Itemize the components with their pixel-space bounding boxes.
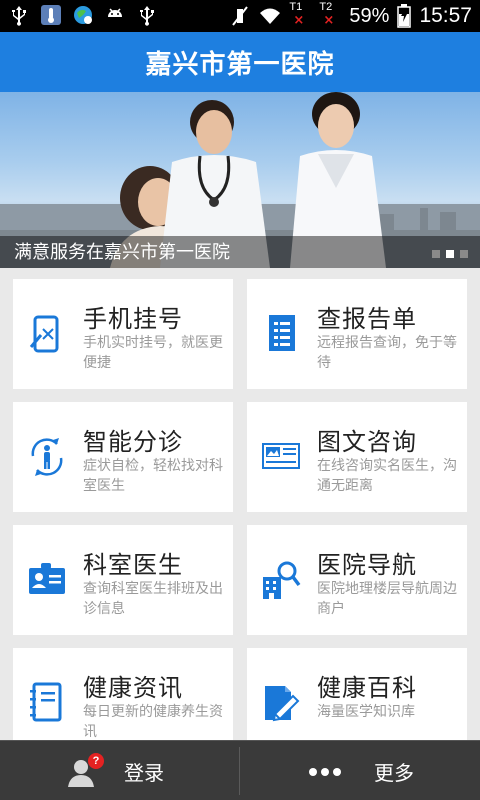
bottom-bar: ? 登录 更多 bbox=[0, 740, 480, 800]
carousel-dot bbox=[460, 250, 468, 258]
status-bar: T1 × T2 × 59% 15:57 bbox=[0, 0, 480, 32]
report-document-icon bbox=[269, 315, 295, 351]
sim2-no-signal-icon: T2 × bbox=[319, 1, 335, 28]
service-description: 每日更新的健康养生资讯 bbox=[83, 704, 223, 740]
banner-caption: 满意服务在嘉兴市第一医院 bbox=[14, 242, 230, 263]
more-label: 更多 bbox=[374, 761, 414, 785]
hospital-navigation-icon bbox=[263, 561, 301, 599]
image-text-consult-icon bbox=[262, 443, 300, 469]
smart-triage-icon bbox=[31, 438, 63, 476]
more-dots-icon bbox=[309, 768, 341, 776]
service-title: 健康资讯 bbox=[83, 674, 183, 702]
service-title: 科室医生 bbox=[83, 551, 183, 579]
browser-app-icon bbox=[74, 6, 92, 24]
battery-percent: 59% bbox=[349, 4, 390, 27]
wifi-icon bbox=[260, 8, 281, 24]
page-title: 嘉兴市第一医院 bbox=[145, 49, 335, 80]
login-button[interactable]: ? 登录 bbox=[0, 741, 240, 800]
carousel-indicator bbox=[432, 250, 468, 258]
service-title: 查报告单 bbox=[317, 305, 417, 333]
phone-register-icon bbox=[29, 315, 59, 353]
service-title: 医院导航 bbox=[317, 551, 417, 579]
usb-icon bbox=[140, 6, 154, 26]
service-description: 查询科室医生排班及出诊信息 bbox=[83, 581, 223, 617]
service-card-mobile-register[interactable]: 手机挂号 手机实时挂号，就医更便捷 bbox=[13, 279, 233, 389]
service-description: 在线咨询实名医生，沟通无距离 bbox=[317, 458, 457, 494]
sim1-no-signal-icon: T1 × bbox=[289, 1, 305, 28]
service-description: 医院地理楼层导航周边商户 bbox=[317, 581, 457, 617]
service-description: 海量医学知识库 bbox=[317, 704, 415, 720]
service-title: 健康百科 bbox=[317, 674, 417, 702]
more-button[interactable]: 更多 bbox=[240, 741, 480, 800]
title-bar: 嘉兴市第一医院 bbox=[0, 32, 480, 92]
notification-badge: ? bbox=[88, 753, 104, 769]
usb-icon bbox=[12, 6, 26, 26]
service-title: 智能分诊 bbox=[83, 428, 183, 456]
service-card-department-doctors[interactable]: 科室医生 查询科室医生排班及出诊信息 bbox=[13, 525, 233, 635]
battery-charging-icon bbox=[397, 4, 412, 28]
service-card-hospital-navigation[interactable]: 医院导航 医院地理楼层导航周边商户 bbox=[247, 525, 467, 635]
login-label: 登录 bbox=[124, 761, 164, 785]
service-card-smart-triage[interactable]: 智能分诊 症状自检，轻松找对科室医生 bbox=[13, 402, 233, 512]
clock: 15:57 bbox=[419, 4, 472, 27]
doctor-id-card-icon bbox=[29, 563, 65, 594]
carousel-dot bbox=[432, 250, 440, 258]
thermometer-app-icon bbox=[41, 5, 61, 25]
service-title: 手机挂号 bbox=[83, 305, 183, 333]
carousel-dot-active bbox=[446, 250, 454, 258]
service-description: 症状自检，轻松找对科室医生 bbox=[83, 458, 223, 494]
service-description: 远程报告查询，免于等待 bbox=[317, 335, 457, 371]
service-description: 手机实时挂号，就医更便捷 bbox=[83, 335, 223, 371]
sim2-label: T2 bbox=[319, 1, 333, 13]
service-card-report-query[interactable]: 查报告单 远程报告查询，免于等待 bbox=[247, 279, 467, 389]
android-icon bbox=[108, 8, 122, 17]
health-encyclopedia-icon bbox=[265, 686, 300, 722]
service-card-image-text-consult[interactable]: 图文咨询 在线咨询实名医生，沟通无距离 bbox=[247, 402, 467, 512]
sim1-label: T1 bbox=[289, 1, 303, 13]
mute-icon bbox=[232, 6, 249, 26]
service-title: 图文咨询 bbox=[317, 428, 417, 456]
health-news-notebook-icon bbox=[30, 682, 62, 722]
banner-carousel[interactable]: 满意服务在嘉兴市第一医院 bbox=[0, 92, 480, 268]
